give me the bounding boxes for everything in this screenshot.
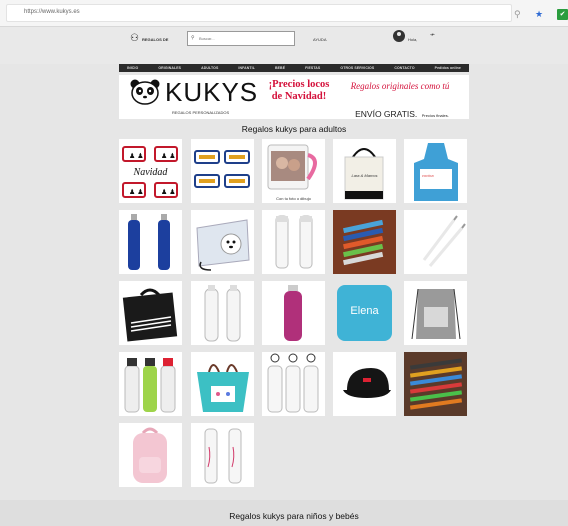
product-tile[interactable] [119, 423, 182, 487]
user-icon[interactable] [393, 30, 405, 42]
promo-line-2: de Navidad! [271, 91, 327, 102]
product-tile[interactable] [404, 352, 467, 416]
pens-icon [333, 210, 396, 274]
product-tile[interactable] [119, 210, 182, 274]
shipping-big: ENVÍO GRATIS. [355, 109, 418, 119]
zoom-icon[interactable]: ⚲ [514, 10, 521, 19]
main-nav: INICIO ORIGINALES ADULTOS INFANTIL BEBÉ … [119, 64, 469, 72]
search-placeholder: Buscar... [199, 36, 215, 41]
nav-item-infantil[interactable]: INFANTIL [238, 64, 255, 72]
mousepad-text: Elena [350, 305, 379, 317]
product-tile[interactable] [119, 352, 182, 416]
nav-item-originales[interactable]: ORIGINALES [158, 64, 181, 72]
promo-banner[interactable]: KUKYS REGALOS PERSONALIZADOS ¡Precios lo… [119, 75, 469, 119]
nav-item-bebe[interactable]: BEBÉ [275, 64, 285, 72]
nav-item-adultos[interactable]: ADULTOS [201, 64, 218, 72]
pens-icon [404, 352, 467, 416]
product-tile[interactable] [333, 210, 396, 274]
product-tile[interactable]: Lara & Marcos [333, 139, 396, 203]
photo-mug-icon [267, 144, 317, 190]
shipping-small: Precios finales. [421, 113, 449, 118]
nav-item-pedidos-online[interactable]: Pedidos online [435, 64, 461, 72]
laptop-sleeve-icon [122, 288, 178, 342]
logo-icon[interactable]: ⚇ [130, 33, 139, 44]
product-tile[interactable] [191, 139, 254, 203]
brand-subtitle: REGALOS PERSONALIZADOS [172, 110, 230, 115]
svg-text:♟ ♟: ♟ ♟ [161, 152, 176, 160]
product-tile[interactable]: ♟ ♟ ♟ ♟ ♟ ♟ ♟ ♟ Navidad [119, 139, 182, 203]
svg-text:cocina: cocina [422, 173, 434, 178]
address-bar[interactable] [6, 4, 512, 22]
search-input[interactable]: ⚲ Buscar... [187, 31, 295, 46]
product-tile[interactable] [333, 352, 396, 416]
bottle-icon [128, 214, 170, 270]
product-tile[interactable] [191, 423, 254, 487]
promo-headline: ¡Precios locos de Navidad! [265, 79, 333, 103]
nav-item-inicio[interactable]: INICIO [127, 64, 138, 72]
search-icon: ⚲ [191, 35, 195, 41]
apron-icon: cocina [414, 143, 458, 201]
help-link[interactable]: AYUDA [313, 37, 326, 42]
svg-text:♟ ♟: ♟ ♟ [129, 152, 144, 160]
cap-icon [343, 368, 391, 398]
url-text[interactable]: https://www.kukys.es [24, 9, 80, 15]
nav-item-contacto[interactable]: CONTACTO [394, 64, 414, 72]
product-tile[interactable] [191, 281, 254, 345]
product-tile[interactable]: Elena [333, 281, 396, 345]
svg-text:♟ ♟: ♟ ♟ [161, 188, 176, 196]
logo-text[interactable]: REGALOS DE [142, 37, 168, 42]
promo-line-1: ¡Precios locos [268, 79, 330, 90]
mug-text: Navidad [133, 167, 168, 178]
bag-icon [197, 364, 249, 412]
thermos-icon [204, 428, 242, 484]
bottle-icon [204, 285, 241, 342]
panda-logo-icon [130, 79, 160, 105]
star-icon[interactable]: ★ [535, 10, 543, 19]
pencils-icon [422, 215, 466, 267]
bottle-icon [267, 353, 319, 413]
product-tile[interactable] [262, 352, 325, 416]
product-tile[interactable] [191, 210, 254, 274]
product-tile[interactable] [262, 281, 325, 345]
product-tile[interactable] [119, 281, 182, 345]
product-tile[interactable] [404, 281, 467, 345]
backpack-icon [411, 288, 461, 340]
check-icon[interactable]: ✔ [557, 9, 568, 20]
tote-text: Lara & Marcos [351, 173, 378, 178]
product-tile[interactable] [404, 210, 467, 274]
product-caption: Con tu foto o dibujo [276, 196, 311, 201]
user-label[interactable]: Hola, [408, 37, 417, 42]
product-tile[interactable] [262, 210, 325, 274]
site-header: ⚇ REGALOS DE ⚲ Buscar... AYUDA Hola, ⌁ [0, 27, 568, 64]
shipping-info: ENVÍO GRATIS. Precios finales. [340, 104, 464, 122]
svg-text:♟ ♟: ♟ ♟ [129, 188, 144, 196]
browser-toolbar: https://www.kukys.es ⚲ ★ ✔ [0, 0, 568, 27]
product-tile[interactable]: cocina [404, 139, 467, 203]
cart-icon[interactable]: ⌁ [429, 29, 437, 39]
product-tile[interactable]: Con tu foto o dibujo [262, 139, 325, 203]
backpack-icon [133, 427, 167, 483]
tote-bag-icon [344, 148, 384, 200]
mug-icon [194, 150, 250, 188]
product-tile[interactable] [191, 352, 254, 416]
bottle-icon [284, 285, 302, 341]
nav-item-otros-servicios[interactable]: OTROS SERVICIOS [340, 64, 374, 72]
kids-bottles-icon [124, 358, 176, 413]
thermos-icon [275, 215, 313, 269]
pouch-icon [196, 219, 250, 271]
section-title-adults: Regalos kukys para adultos [241, 124, 347, 134]
brand-name: KUKYS [165, 77, 259, 107]
section-title-kids: Regalos kukys para niños y bebés [229, 511, 359, 521]
nav-item-fiestas[interactable]: FIESTAS [305, 64, 320, 72]
promo-script: Regalos originales como tú [350, 81, 450, 91]
